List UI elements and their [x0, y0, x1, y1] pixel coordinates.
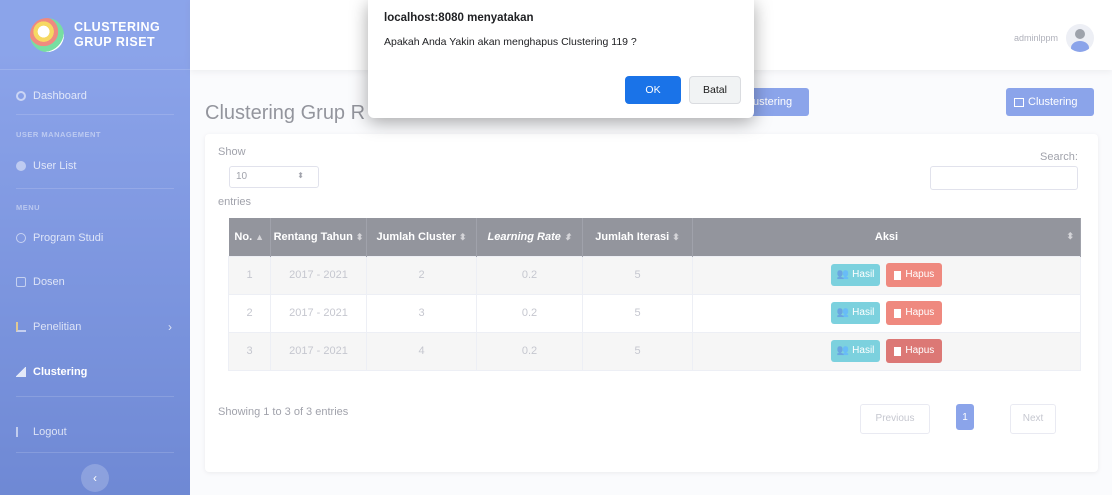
confirm-dialog: localhost:8080 menyatakan Apakah Anda Ya… [368, 0, 754, 118]
dialog-title: localhost:8080 menyatakan [384, 12, 534, 24]
dialog-message: Apakah Anda Yakin akan menghapus Cluster… [384, 36, 637, 48]
dialog-cancel-button[interactable]: Batal [689, 76, 741, 104]
dialog-ok-button[interactable]: OK [625, 76, 681, 104]
